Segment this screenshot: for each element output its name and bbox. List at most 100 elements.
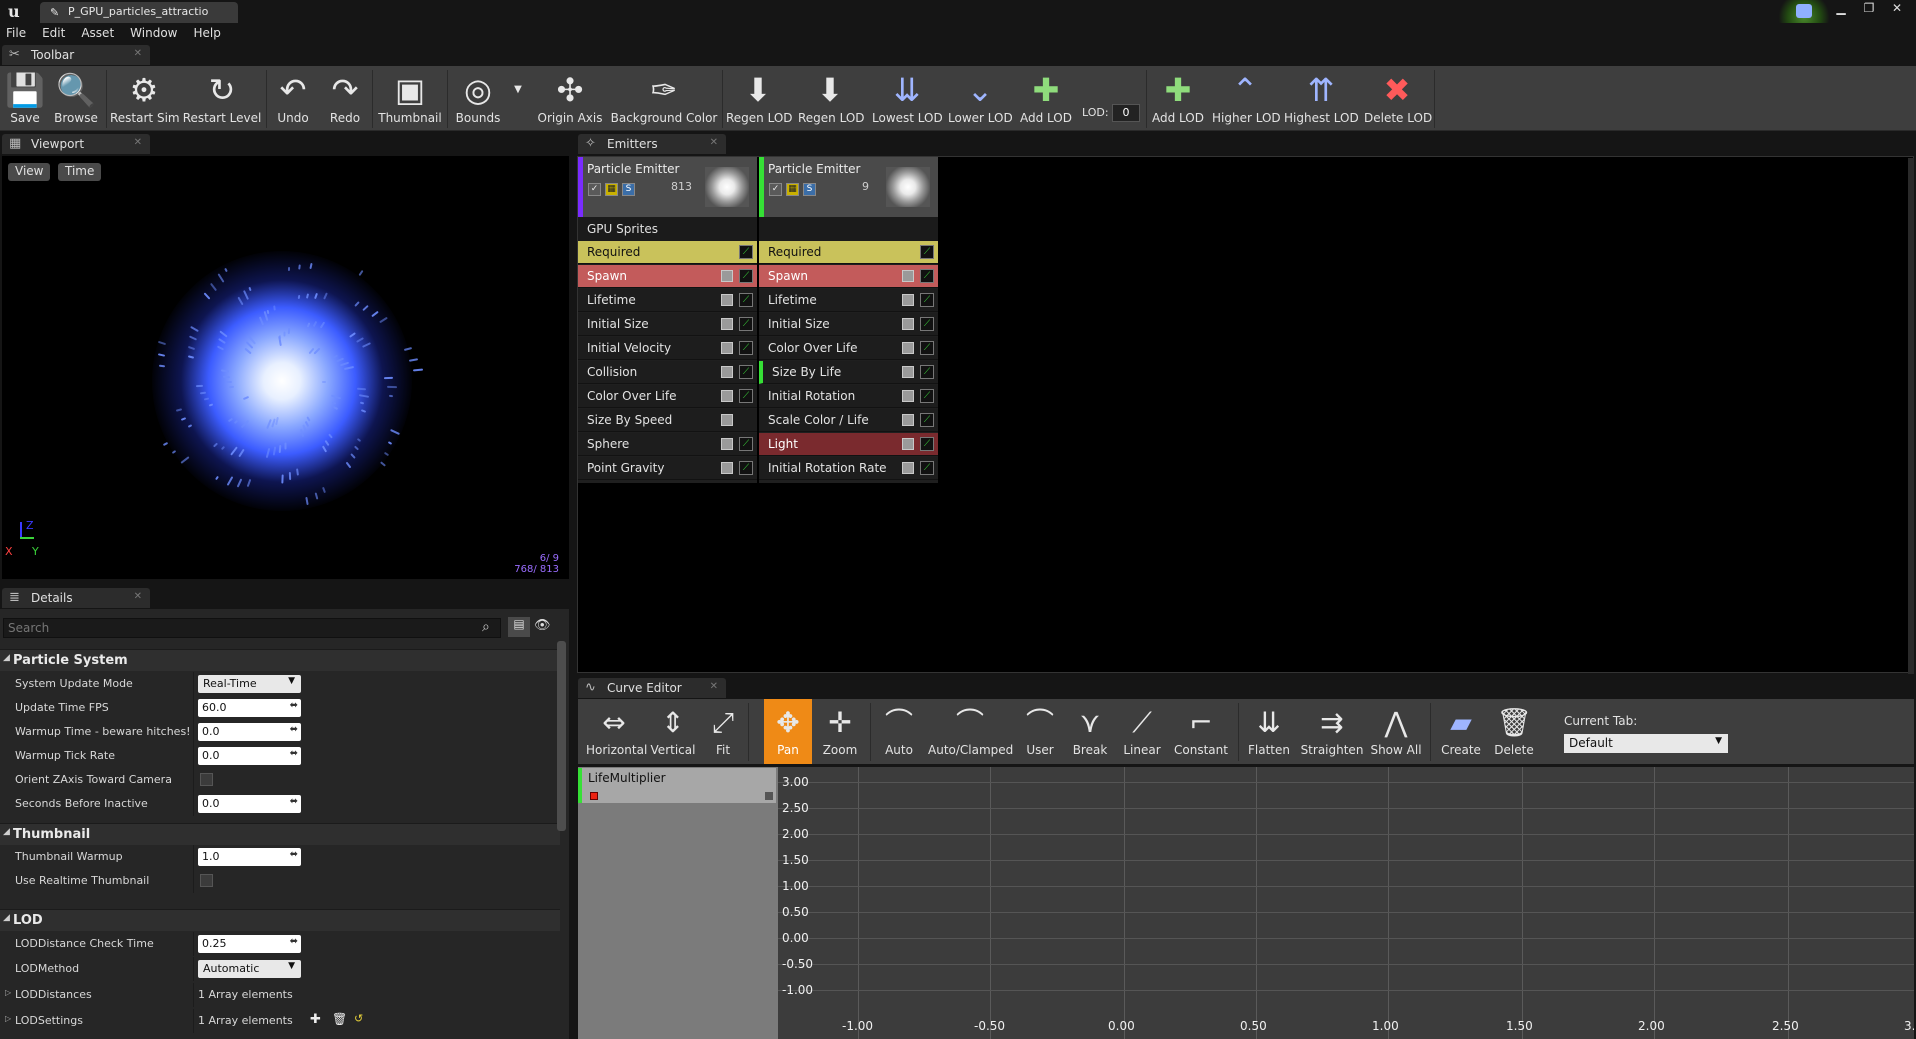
module-enable-checkbox[interactable] xyxy=(721,342,733,354)
constant-button[interactable]: ⌐ Constant xyxy=(1170,699,1232,764)
emitter-type[interactable]: GPU Sprites xyxy=(578,217,757,241)
emitters-scrollbar[interactable] xyxy=(1908,158,1914,674)
curve-entry-lifemultiplier[interactable]: LifeMultiplier xyxy=(578,768,776,803)
module-enable-checkbox[interactable] xyxy=(721,366,733,378)
add-element-icon[interactable]: ✚ xyxy=(310,1012,321,1027)
update-time-fps-field[interactable]: 60.0 ⬌ xyxy=(198,699,301,717)
module-scale-color-life[interactable]: Scale Color / Life ⟋ xyxy=(759,409,938,432)
module-color-over-life[interactable]: Color Over Life ⟋ xyxy=(759,337,938,360)
curve-graph-icon[interactable]: ⟋ xyxy=(739,341,753,355)
lod-method-dropdown[interactable]: Automatic ▼ xyxy=(198,960,301,978)
module-enable-checkbox[interactable] xyxy=(902,342,914,354)
close-icon[interactable]: ✕ xyxy=(1884,0,1910,18)
system-update-mode-dropdown[interactable]: Real-Time ▼ xyxy=(198,675,301,693)
use-realtime-thumbnail-checkbox[interactable] xyxy=(200,874,213,887)
straighten-button[interactable]: ⇉ Straighten xyxy=(1300,699,1364,764)
lowest-lod-button[interactable]: ⇊ Lowest LOD xyxy=(872,66,943,131)
module-point-gravity[interactable]: Point Gravity ⟋ xyxy=(578,457,757,480)
orient-zaxis-checkbox[interactable] xyxy=(200,773,213,786)
module-initial-rotation-rate[interactable]: Initial Rotation Rate ⟋ xyxy=(759,457,938,480)
lod-distance-check-time-field[interactable]: 0.25 ⬌ xyxy=(198,935,301,953)
enable-checkbox[interactable]: ✓ xyxy=(588,183,601,196)
auto-tangent-button[interactable]: ⌒ Auto xyxy=(876,699,922,764)
module-lifetime[interactable]: Lifetime ⟋ xyxy=(578,289,757,312)
close-tab-icon[interactable]: ✕ xyxy=(134,48,142,59)
curve-graph-icon[interactable]: ⟋ xyxy=(920,413,934,427)
flatten-button[interactable]: ⇊ Flatten xyxy=(1242,699,1296,764)
module-enable-checkbox[interactable] xyxy=(902,390,914,402)
solo-icon[interactable]: ▦ xyxy=(786,183,799,196)
module-sphere[interactable]: Sphere ⟋ xyxy=(578,433,757,456)
thumbnail-button[interactable]: ▣ Thumbnail xyxy=(378,66,442,131)
emitters-tab[interactable]: ✧ Emitters ✕ xyxy=(578,134,726,154)
undo-button[interactable]: ↶ Undo xyxy=(270,66,316,131)
module-enable-checkbox[interactable] xyxy=(902,414,914,426)
current-tab-dropdown[interactable]: Default ▼ xyxy=(1564,734,1728,753)
module-required[interactable]: Required ⟋ xyxy=(578,241,757,264)
curve-graph-icon[interactable]: ⟋ xyxy=(920,461,934,475)
document-tab[interactable]: ✎ P_GPU_particles_attractio xyxy=(40,2,238,23)
emitters-panel[interactable]: Particle Emitter ✓ ▦ S 813 GPU Sprites R… xyxy=(577,156,1914,673)
module-color-over-life[interactable]: Color Over Life ⟋ xyxy=(578,385,757,408)
module-enable-checkbox[interactable] xyxy=(721,462,733,474)
section-thumbnail[interactable]: ◢ Thumbnail xyxy=(0,823,560,845)
module-enable-checkbox[interactable] xyxy=(902,270,914,282)
menu-edit[interactable]: Edit xyxy=(42,23,75,45)
linear-button[interactable]: ⟋ Linear xyxy=(1118,699,1166,764)
redo-button[interactable]: ↷ Redo xyxy=(322,66,368,131)
module-enable-checkbox[interactable] xyxy=(721,414,733,426)
time-button[interactable]: Time xyxy=(58,163,102,181)
details-search-input[interactable] xyxy=(3,618,501,638)
menu-help[interactable]: Help xyxy=(193,23,230,45)
module-initial-velocity[interactable]: Initial Velocity ⟋ xyxy=(578,337,757,360)
curve-graph-icon[interactable]: ⟋ xyxy=(920,389,934,403)
curve-visibility-toggle[interactable] xyxy=(765,792,773,800)
curve-graph-icon[interactable]: ⟋ xyxy=(920,269,934,283)
minimize-icon[interactable]: ▁ xyxy=(1828,0,1854,18)
module-light[interactable]: Light ⟋ xyxy=(759,433,938,456)
emitter-type[interactable] xyxy=(759,217,938,241)
menu-file[interactable]: File xyxy=(6,23,36,45)
browse-button[interactable]: 🔍 Browse xyxy=(52,66,100,131)
curve-graph-icon[interactable]: ⟋ xyxy=(739,389,753,403)
regen-lod-button-2[interactable]: ⬇ Regen LOD xyxy=(798,66,865,131)
bounds-options-button[interactable]: ▼ xyxy=(512,66,524,131)
close-tab-icon[interactable]: ✕ xyxy=(134,137,142,148)
viewport[interactable]: View Time Z X Y 6/ 9 768/ 813 xyxy=(2,156,569,579)
module-enable-checkbox[interactable] xyxy=(902,294,914,306)
curve-graph-icon[interactable]: ⟋ xyxy=(920,293,934,307)
module-enable-checkbox[interactable] xyxy=(902,366,914,378)
details-scrollbar[interactable] xyxy=(557,641,566,831)
background-color-button[interactable]: ✑ Background Color xyxy=(610,66,718,131)
create-button[interactable]: ▰ Create xyxy=(1436,699,1486,764)
module-initial-size[interactable]: Initial Size ⟋ xyxy=(759,313,938,336)
s-toggle-icon[interactable]: S xyxy=(622,183,635,196)
curve-graph-icon[interactable]: ⟋ xyxy=(920,341,934,355)
vertical-fit-button[interactable]: ⇕ Vertical xyxy=(648,699,698,764)
curve-graph-icon[interactable]: ⟋ xyxy=(739,293,753,307)
curve-color-swatch[interactable] xyxy=(590,792,598,800)
module-enable-checkbox[interactable] xyxy=(902,318,914,330)
unreal-logo-icon[interactable]: u xyxy=(8,2,26,21)
section-lod[interactable]: ◢ LOD xyxy=(0,909,560,931)
save-button[interactable]: 💾 Save xyxy=(4,66,46,131)
curve-graph-icon[interactable]: ⟋ xyxy=(920,437,934,451)
view-button[interactable]: View xyxy=(8,163,51,181)
restore-icon[interactable]: ❐ xyxy=(1856,0,1882,18)
module-initial-size[interactable]: Initial Size ⟋ xyxy=(578,313,757,336)
module-collision[interactable]: Collision ⟋ xyxy=(578,361,757,384)
curve-editor-tab[interactable]: ∿ Curve Editor ✕ xyxy=(578,678,726,698)
enable-checkbox[interactable]: ✓ xyxy=(769,183,782,196)
close-tab-icon[interactable]: ✕ xyxy=(710,137,718,148)
break-tangent-button[interactable]: ⋎ Break xyxy=(1068,699,1112,764)
restart-sim-button[interactable]: ⚙ Restart Sim xyxy=(110,66,180,131)
close-tab-icon[interactable]: ✕ xyxy=(134,591,142,602)
pan-button[interactable]: ✥ Pan xyxy=(764,699,812,764)
bounds-button[interactable]: ◎ Bounds xyxy=(452,66,504,131)
auto-clamped-tangent-button[interactable]: ⌒ Auto/Clamped xyxy=(928,699,1013,764)
lower-lod-button[interactable]: ⌄ Lower LOD xyxy=(948,66,1013,131)
list-view-icon[interactable]: ▤ xyxy=(508,617,530,637)
module-size-by-speed[interactable]: Size By Speed xyxy=(578,409,757,432)
fit-button[interactable]: ⤢ Fit xyxy=(702,699,744,764)
module-enable-checkbox[interactable] xyxy=(721,438,733,450)
